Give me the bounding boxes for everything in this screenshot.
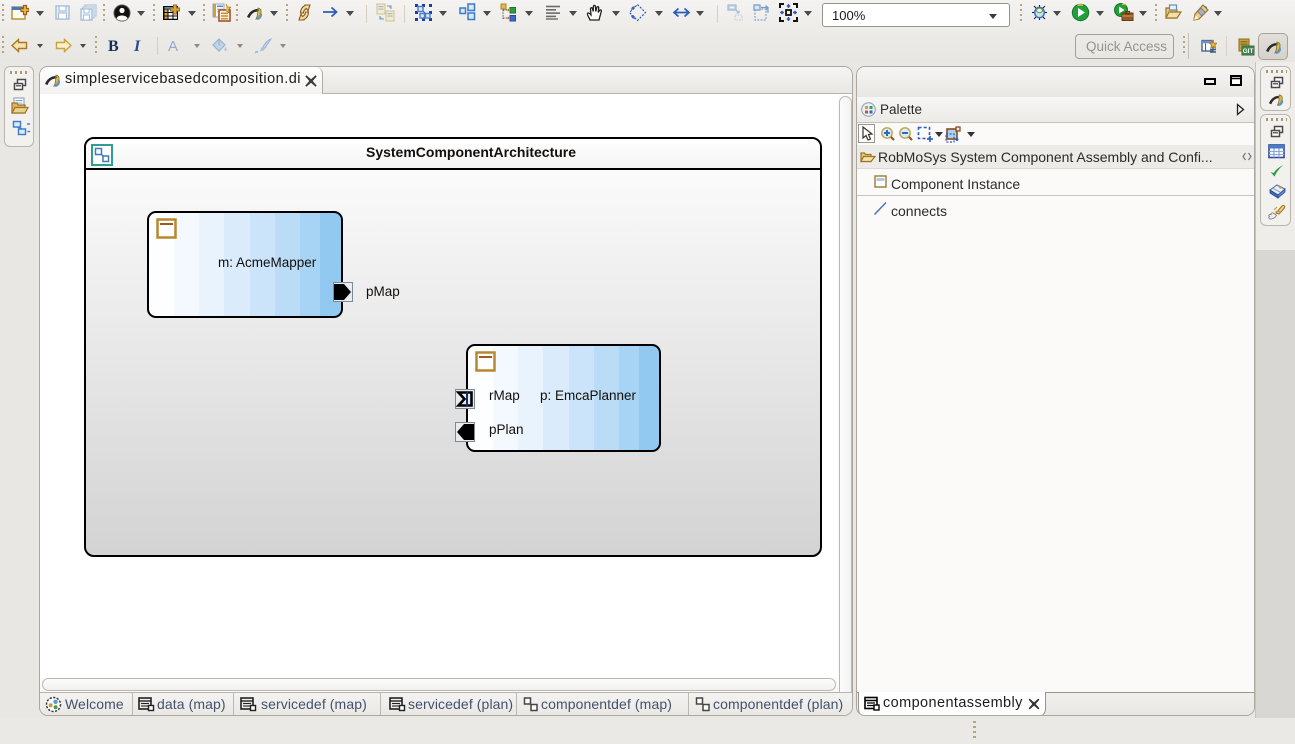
svg-text:GIT: GIT: [1243, 48, 1254, 55]
